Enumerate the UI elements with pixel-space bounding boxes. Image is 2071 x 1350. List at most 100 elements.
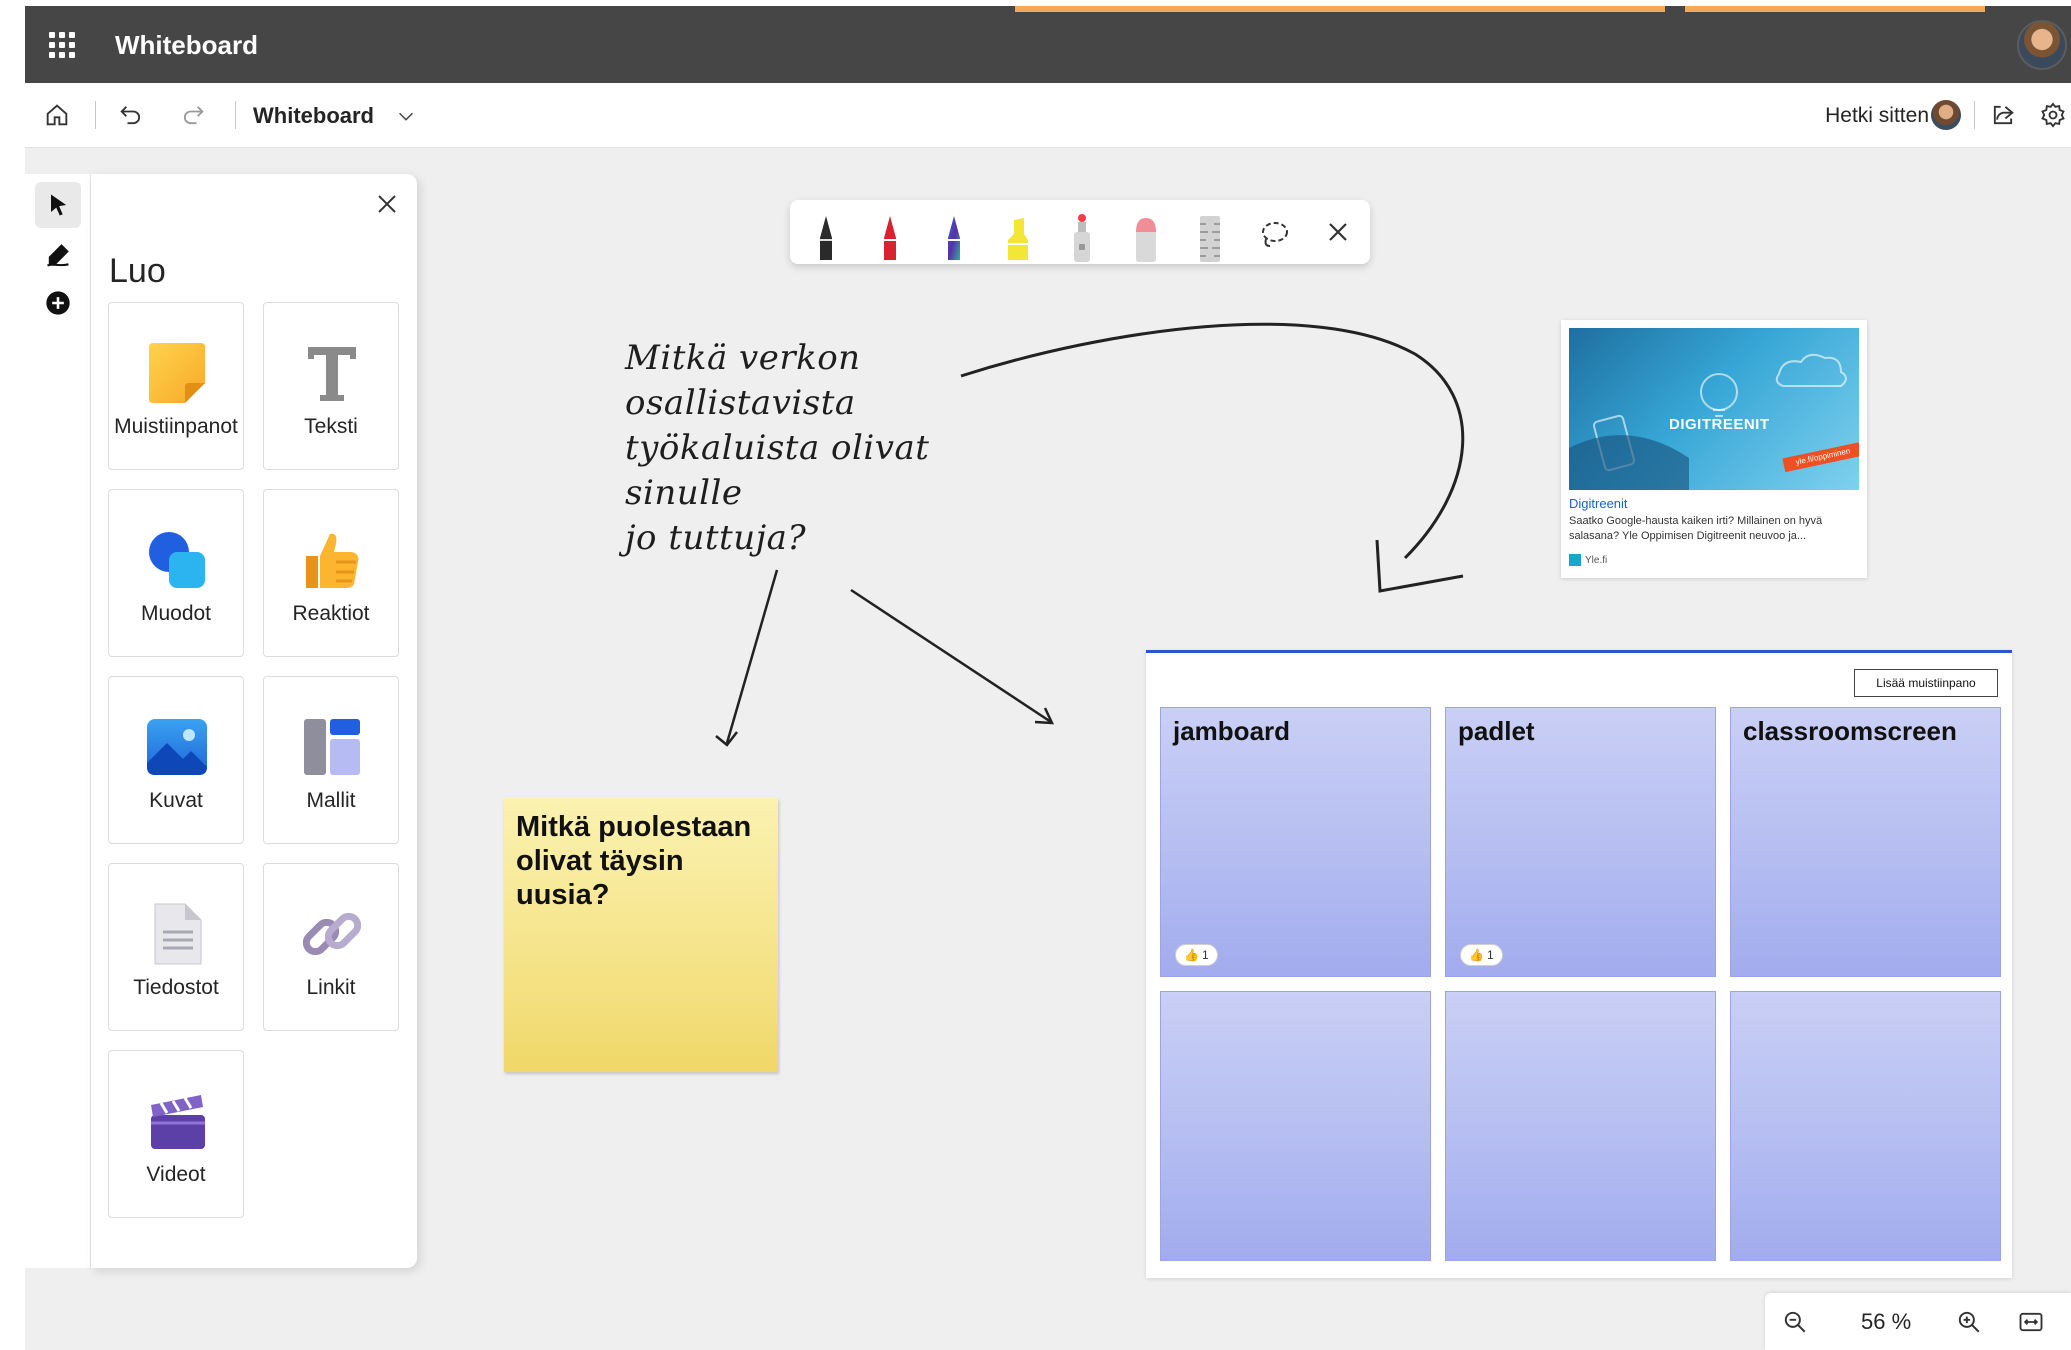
- cell-title: classroomscreen: [1743, 716, 1957, 746]
- source-favicon-icon: [1569, 554, 1581, 566]
- tile-label: Muistiinpanot: [114, 415, 238, 438]
- divider: [95, 101, 96, 129]
- grid-template[interactable]: Lisää muistiinpano jamboard 👍 1 padlet 👍…: [1146, 650, 2012, 1278]
- app-title: Whiteboard: [115, 30, 258, 60]
- header-decoration: [1015, 6, 1665, 12]
- close-icon[interactable]: [371, 188, 403, 220]
- tile-label: Mallit: [306, 789, 356, 812]
- arrow-to-grid[interactable]: [850, 588, 1052, 724]
- image-icon: [147, 719, 207, 775]
- text-icon: [308, 347, 356, 401]
- create-templates-tile[interactable]: Mallit: [263, 676, 399, 844]
- add-circle-icon[interactable]: [35, 280, 81, 326]
- tile-label: Muodot: [140, 602, 212, 625]
- redo-icon[interactable]: [175, 97, 211, 133]
- last-edited-text: Hetki sitten: [1825, 104, 1929, 127]
- grid-cell[interactable]: padlet 👍 1: [1445, 707, 1716, 977]
- arrow-to-sticky[interactable]: [725, 569, 779, 744]
- cell-title: padlet: [1458, 716, 1535, 746]
- yellow-highlighter-icon[interactable]: [998, 210, 1038, 264]
- link-preview-image: DIGITREENIT yle.fi/oppiminen: [1569, 328, 1859, 490]
- close-icon[interactable]: [1318, 210, 1358, 264]
- chevron-down-icon[interactable]: [395, 105, 417, 127]
- cell-title: jamboard: [1173, 716, 1291, 746]
- divider: [1974, 101, 1975, 129]
- app-launcher-icon[interactable]: [49, 32, 75, 58]
- create-sticky-notes-tile[interactable]: Muistiinpanot: [108, 302, 244, 470]
- tile-label: Videot: [146, 1163, 206, 1186]
- inking-toolbar: [790, 200, 1370, 264]
- pen-icon[interactable]: [35, 232, 81, 278]
- thumbs-up-icon: 👍: [1184, 948, 1199, 962]
- app-title-bar: Whiteboard: [25, 6, 2071, 83]
- tile-label: Kuvat: [149, 789, 203, 812]
- tile-label: Tiedostot: [133, 976, 219, 999]
- grid-cell[interactable]: [1445, 991, 1716, 1261]
- fit-to-screen-icon[interactable]: [2015, 1306, 2047, 1338]
- share-icon[interactable]: [1985, 97, 2021, 133]
- link-card[interactable]: DIGITREENIT yle.fi/oppiminen Digitreenit…: [1561, 320, 1867, 578]
- reaction-count: 1: [1486, 948, 1494, 962]
- home-icon[interactable]: [39, 97, 75, 133]
- settings-gear-icon[interactable]: [2035, 97, 2071, 133]
- eraser-icon[interactable]: [1126, 210, 1166, 264]
- grid-cell[interactable]: [1160, 991, 1431, 1261]
- black-pen-icon[interactable]: [806, 210, 846, 264]
- thumbs-up-icon: 👍: [1469, 948, 1484, 962]
- video-icon: [151, 1095, 205, 1149]
- create-links-tile[interactable]: Linkit: [263, 863, 399, 1031]
- galaxy-pen-icon[interactable]: [934, 210, 974, 264]
- grid-cell[interactable]: jamboard 👍 1: [1160, 707, 1431, 977]
- tile-label: Teksti: [304, 415, 358, 438]
- board-name[interactable]: Whiteboard: [253, 103, 374, 129]
- handwritten-question-text[interactable]: Mitkä verkon osallistavista työkaluista …: [625, 336, 1045, 561]
- create-shapes-tile[interactable]: Muodot: [108, 489, 244, 657]
- link-source-text: Yle.fi: [1585, 554, 1608, 566]
- red-pen-icon[interactable]: [870, 210, 910, 264]
- file-icon: [154, 903, 202, 965]
- sticky-note-text: Mitkä puolestaan olivat täysin uusia?: [516, 811, 752, 911]
- reaction-count: 1: [1201, 948, 1209, 962]
- grid-cell[interactable]: classroomscreen: [1730, 707, 2001, 977]
- arrowhead: [715, 731, 738, 747]
- link-image-brand: DIGITREENIT: [1669, 416, 1770, 433]
- zoom-in-icon[interactable]: [1953, 1306, 1985, 1338]
- reaction-badge[interactable]: 👍 1: [1460, 944, 1503, 966]
- lasso-select-icon[interactable]: [1254, 210, 1294, 264]
- create-reactions-tile[interactable]: Reaktiot: [263, 489, 399, 657]
- command-bar: Whiteboard Hetki sitten: [25, 83, 2071, 148]
- user-avatar[interactable]: [2017, 20, 2067, 70]
- sticky-note[interactable]: Mitkä puolestaan olivat täysin uusia?: [504, 798, 778, 1072]
- panel-title: Luo: [109, 252, 166, 290]
- ruler-icon[interactable]: [1190, 210, 1230, 264]
- create-videos-tile[interactable]: Videot: [108, 1050, 244, 1218]
- link-icon: [302, 912, 362, 956]
- undo-icon[interactable]: [113, 97, 149, 133]
- grid-cell[interactable]: [1730, 991, 2001, 1261]
- link-source: Yle.fi: [1569, 554, 1607, 566]
- create-files-tile[interactable]: Tiedostot: [108, 863, 244, 1031]
- create-images-tile[interactable]: Kuvat: [108, 676, 244, 844]
- arrowhead: [1034, 707, 1055, 725]
- reaction-badge[interactable]: 👍 1: [1175, 944, 1218, 966]
- templates-icon: [304, 719, 360, 775]
- link-description: Saatko Google-hausta kaiken irti? Millai…: [1569, 515, 1823, 542]
- laser-pointer-icon[interactable]: [1062, 210, 1102, 264]
- thumbs-up-icon: [306, 533, 359, 588]
- editor-avatar[interactable]: [1931, 100, 1961, 130]
- link-title[interactable]: Digitreenit: [1569, 496, 1628, 511]
- shapes-icon: [149, 532, 205, 588]
- arrowhead: [1375, 539, 1464, 593]
- zoom-out-icon[interactable]: [1779, 1306, 1811, 1338]
- zoom-level[interactable]: 56 %: [1861, 1309, 1911, 1335]
- divider: [235, 101, 236, 129]
- zoom-controls: 56 %: [1765, 1293, 2071, 1350]
- whiteboard-canvas[interactable]: Luo Muistiinpanot Teksti Muodot Reaktiot…: [25, 148, 2071, 1350]
- tool-rail: [25, 174, 91, 1268]
- add-note-button[interactable]: Lisää muistiinpano: [1854, 669, 1998, 697]
- create-text-tile[interactable]: Teksti: [263, 302, 399, 470]
- sticky-note-icon: [149, 343, 205, 403]
- select-pointer-icon[interactable]: [35, 182, 81, 228]
- create-panel: Luo Muistiinpanot Teksti Muodot Reaktiot…: [91, 174, 417, 1268]
- header-decoration: [1685, 6, 1985, 12]
